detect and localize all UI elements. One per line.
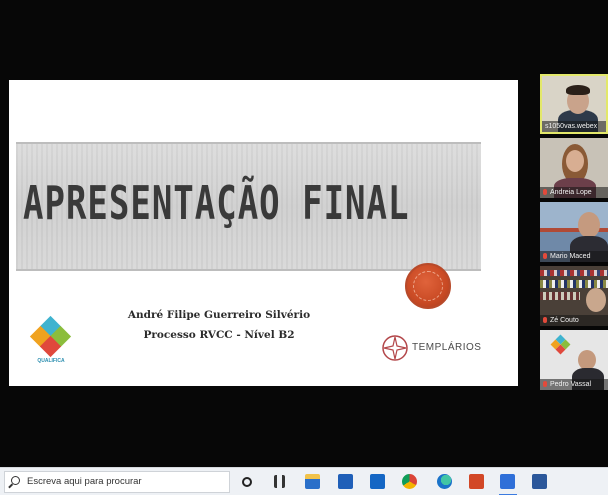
muted-mic-icon — [543, 381, 547, 387]
start-circle-icon[interactable] — [242, 477, 252, 487]
store-icon[interactable] — [338, 474, 353, 489]
participant-tile[interactable]: Zé Couto — [540, 266, 608, 326]
participant-name: Mario Maced — [550, 253, 591, 260]
participant-name: Andreia Lope — [550, 189, 592, 196]
slide-author: André Filipe Guerreiro Silvério — [127, 309, 311, 321]
templarios-logo-text: TEMPLÁRIOS — [412, 342, 482, 353]
qualifica-logo-icon — [29, 315, 73, 360]
search-icon — [11, 476, 20, 485]
edge-icon[interactable] — [437, 474, 452, 489]
red-seal-icon — [405, 263, 451, 309]
chrome-icon[interactable] — [402, 474, 417, 489]
muted-mic-icon — [543, 253, 547, 259]
slide-process: Processo RVCC - Nível B2 — [143, 329, 295, 341]
powerpoint-icon[interactable] — [469, 474, 484, 489]
participant-name: Zé Couto — [550, 317, 579, 324]
participant-tile[interactable]: s1050vas.webex — [540, 74, 608, 134]
muted-mic-icon — [543, 189, 547, 195]
participant-strip: s1050vas.webex Andreia Lope Mario Maced … — [540, 74, 608, 396]
webex-icon[interactable] — [500, 474, 515, 489]
participant-tile[interactable]: Pedro Vassal — [540, 330, 608, 390]
participant-name: s1050vas.webex — [542, 121, 606, 132]
qualifica-logo-text: QUALIFICA — [37, 358, 65, 364]
file-explorer-icon[interactable] — [305, 474, 320, 489]
participant-name: Pedro Vassal — [550, 381, 592, 388]
muted-mic-icon — [543, 317, 547, 323]
participant-tile[interactable]: Mario Maced — [540, 202, 608, 262]
mail-icon[interactable] — [370, 474, 385, 489]
participant-tile[interactable]: Andreia Lope — [540, 138, 608, 198]
slide-title: APRESENTAÇÃO FINAL — [23, 177, 410, 231]
search-placeholder: Escreva aqui para procurar — [27, 476, 142, 487]
screen: APRESENTAÇÃO FINAL André Filipe Guerreir… — [0, 0, 608, 495]
presentation-slide: APRESENTAÇÃO FINAL André Filipe Guerreir… — [9, 80, 518, 386]
task-view-icon[interactable] — [274, 475, 285, 488]
word-icon[interactable] — [532, 474, 547, 489]
windows-taskbar: Escreva aqui para procurar — [0, 467, 608, 495]
taskbar-search-box[interactable]: Escreva aqui para procurar — [4, 471, 230, 493]
templarios-logo-icon — [382, 335, 408, 361]
